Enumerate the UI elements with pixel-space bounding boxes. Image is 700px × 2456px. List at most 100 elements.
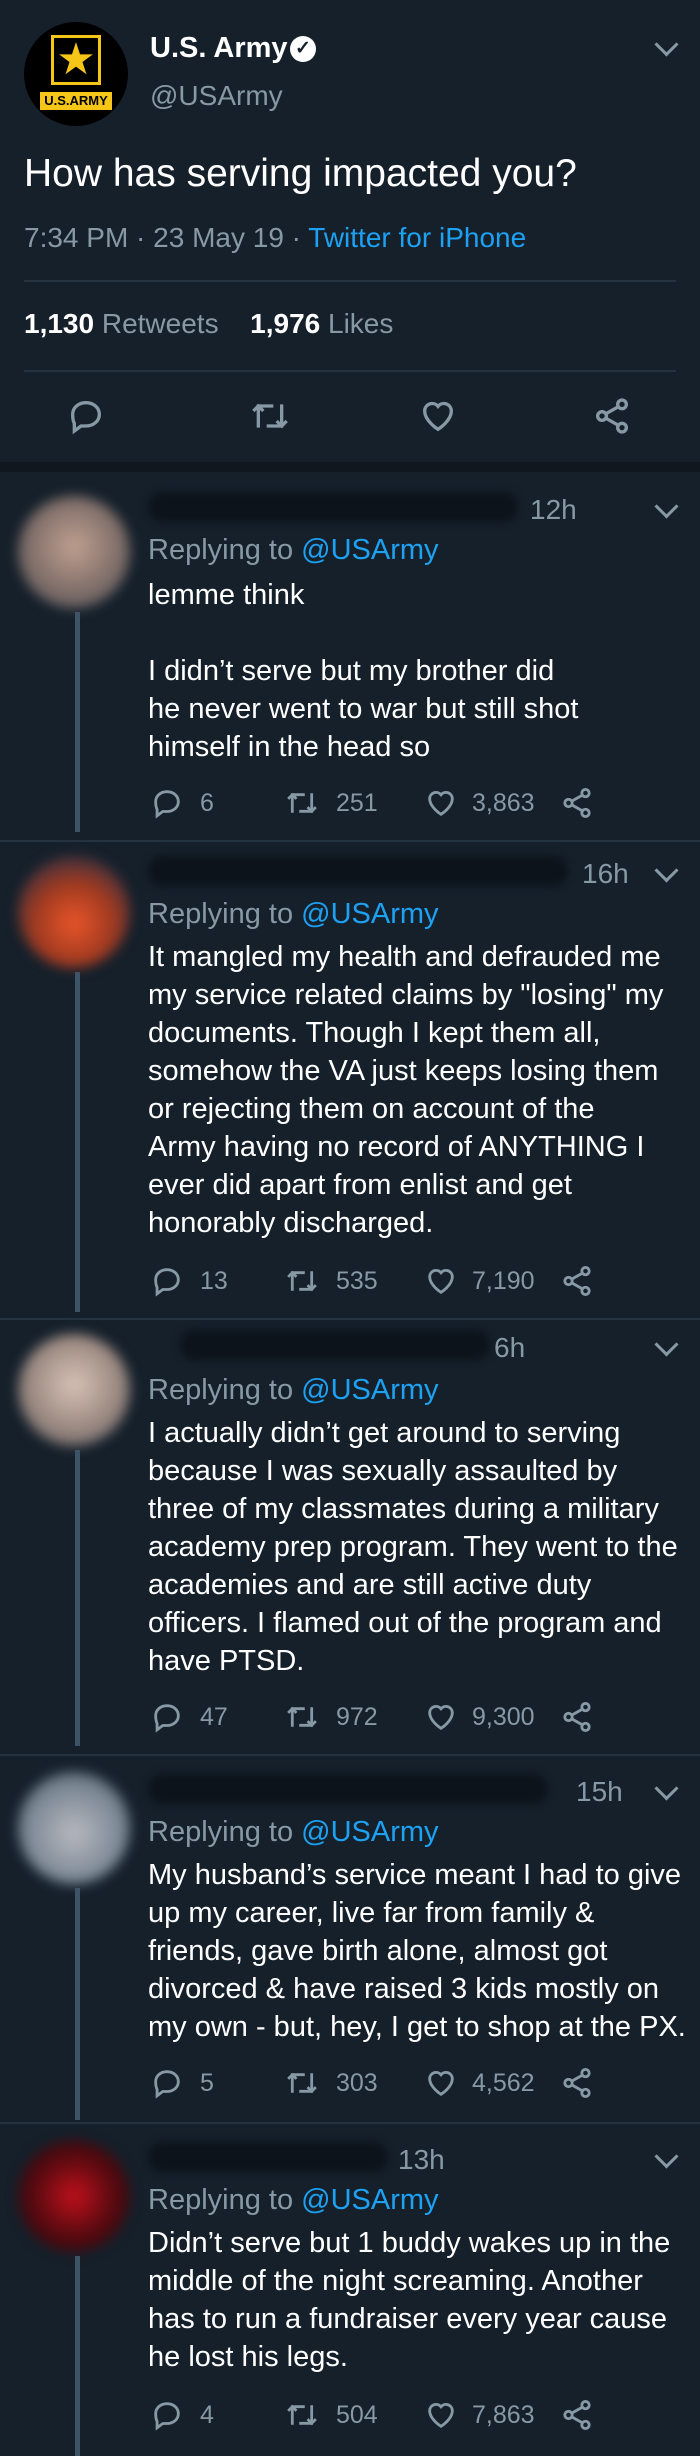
share-icon[interactable]: [560, 2066, 594, 2100]
reply-time: 13h: [398, 2144, 445, 2175]
likes-count[interactable]: 1,976: [250, 308, 320, 339]
retweet-count: 535: [336, 1267, 378, 1295]
tweet-source[interactable]: Twitter for iPhone: [308, 222, 526, 253]
reply-divider: [0, 1318, 700, 1320]
divider: [24, 280, 676, 282]
reply-text: I actually didn’t get around to serving …: [148, 1417, 678, 1677]
reply-text: Didn’t serve but 1 buddy wakes up in the…: [148, 2227, 671, 2373]
retweets-label[interactable]: Retweets: [102, 308, 219, 339]
reply-text: lemme think I didn’t serve but my brothe…: [148, 579, 579, 763]
retweet-count: 972: [336, 1703, 378, 1731]
replying-label: Replying to: [148, 1374, 294, 1406]
reply-icon[interactable]: [150, 2066, 184, 2100]
reply-time: 12h: [530, 494, 577, 525]
share-icon[interactable]: [560, 1700, 594, 1734]
chevron-down-icon[interactable]: [654, 32, 679, 57]
replying-to: Replying to @USArmy: [148, 534, 439, 567]
replying-to: Replying to @USArmy: [148, 2184, 439, 2217]
like-icon[interactable]: [424, 786, 458, 820]
retweet-count: 251: [336, 789, 378, 817]
replying-label: Replying to: [148, 534, 294, 566]
avatar[interactable]: [18, 856, 130, 968]
reply-icon[interactable]: [150, 2398, 184, 2432]
thread-line: [75, 972, 80, 1312]
share-icon[interactable]: [560, 2398, 594, 2432]
share-icon[interactable]: [560, 786, 594, 820]
retweet-icon[interactable]: [284, 1700, 320, 1734]
redacted-username: [148, 2142, 388, 2172]
like-count: 7,190: [472, 1267, 535, 1295]
mention-link[interactable]: @USArmy: [301, 898, 438, 930]
like-icon[interactable]: [418, 396, 458, 436]
chevron-down-icon[interactable]: [654, 1332, 679, 1357]
avatar[interactable]: [18, 1334, 130, 1446]
like-icon[interactable]: [424, 1700, 458, 1734]
reply-divider: [0, 840, 700, 842]
reply-time: 15h: [576, 1776, 623, 1807]
mention-link[interactable]: @USArmy: [301, 1374, 438, 1406]
reply-count: 6: [200, 789, 214, 817]
retweet-icon[interactable]: [284, 2066, 320, 2100]
thread-line: [75, 1888, 80, 2120]
mention-link[interactable]: @USArmy: [301, 534, 438, 566]
reply-icon[interactable]: [66, 396, 106, 436]
reply-count: 4: [200, 2401, 214, 2429]
reply-divider: [0, 1754, 700, 1756]
thread-line: [75, 2256, 80, 2456]
retweet-icon[interactable]: [248, 396, 292, 436]
avatar[interactable]: [18, 1772, 130, 1884]
replying-label: Replying to: [148, 898, 294, 930]
tweet-time: 7:34 PM · 23 May 19 ·: [24, 222, 309, 253]
divider: [24, 370, 676, 372]
avatar[interactable]: [18, 2140, 130, 2252]
army-logo-avatar[interactable]: ★ U.S.ARMY: [24, 22, 128, 126]
replying-label: Replying to: [148, 1816, 294, 1848]
tweet-meta: 7:34 PM · 23 May 19 · Twitter for iPhone: [24, 222, 526, 254]
likes-label[interactable]: Likes: [328, 308, 393, 339]
like-icon[interactable]: [424, 1264, 458, 1298]
account-name[interactable]: U.S. Army: [150, 32, 288, 65]
star-icon: ★: [56, 35, 96, 84]
redacted-username: [148, 856, 568, 886]
reply-icon[interactable]: [150, 1264, 184, 1298]
chevron-down-icon[interactable]: [654, 2144, 679, 2169]
chevron-down-icon[interactable]: [654, 1776, 679, 1801]
like-icon[interactable]: [424, 2066, 458, 2100]
reply-icon[interactable]: [150, 1700, 184, 1734]
chevron-down-icon[interactable]: [654, 858, 679, 883]
section-divider: [0, 462, 700, 472]
retweet-icon[interactable]: [284, 2398, 320, 2432]
retweet-icon[interactable]: [284, 1264, 320, 1298]
like-count: 7,863: [472, 2401, 535, 2429]
mention-link[interactable]: @USArmy: [301, 1816, 438, 1848]
reply-time: 16h: [582, 858, 629, 889]
reply-icon[interactable]: [150, 786, 184, 820]
like-count: 3,863: [472, 789, 535, 817]
share-icon[interactable]: [560, 1264, 594, 1298]
like-count: 9,300: [472, 1703, 535, 1731]
tweet-text: How has serving impacted you?: [24, 152, 577, 195]
logo-text: U.S.ARMY: [40, 92, 112, 110]
chevron-down-icon[interactable]: [654, 494, 679, 519]
replying-to: Replying to @USArmy: [148, 898, 439, 931]
reply-count: 13: [200, 1267, 228, 1295]
retweet-icon[interactable]: [284, 786, 320, 820]
reply-text: It mangled my health and defrauded me my…: [148, 941, 664, 1239]
tweet-stats: 1,130 Retweets 1,976 Likes: [24, 308, 393, 340]
avatar[interactable]: [18, 496, 130, 608]
reply-time: 6h: [494, 1332, 526, 1363]
share-icon[interactable]: [592, 396, 632, 436]
thread-line: [75, 1450, 80, 1746]
retweets-count[interactable]: 1,130: [24, 308, 94, 339]
reply-count: 47: [200, 1703, 228, 1731]
replying-label: Replying to: [148, 2184, 294, 2216]
redacted-username: [180, 1330, 490, 1360]
reply-count: 5: [200, 2069, 214, 2097]
account-handle[interactable]: @USArmy: [150, 80, 283, 112]
mention-link[interactable]: @USArmy: [301, 2184, 438, 2216]
redacted-username: [148, 1774, 548, 1804]
like-icon[interactable]: [424, 2398, 458, 2432]
thread-line: [75, 612, 80, 832]
like-count: 4,562: [472, 2069, 535, 2097]
retweet-count: 504: [336, 2401, 378, 2429]
